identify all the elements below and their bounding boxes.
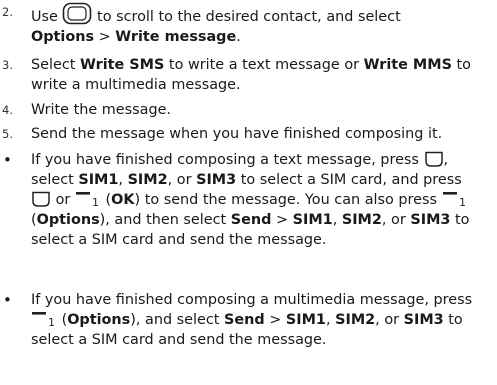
step-number: 4. bbox=[2, 103, 13, 117]
bullet-marker: • bbox=[3, 151, 12, 169]
sim3-label: SIM3 bbox=[196, 172, 237, 188]
send-label: Send bbox=[224, 312, 265, 328]
left-soft-key-icon: 1 bbox=[75, 190, 101, 208]
end-key-icon bbox=[31, 191, 51, 208]
options-label: Options bbox=[67, 312, 131, 328]
step-text: Use to scroll to the desired contact, an… bbox=[31, 2, 480, 47]
step-text: Send the message when you have finished … bbox=[31, 126, 443, 142]
left-soft-key-icon: 1 bbox=[31, 310, 57, 328]
sim1-label: SIM1 bbox=[285, 312, 326, 328]
bullet-text: If you have finished composing a text me… bbox=[31, 151, 470, 248]
write-sms-label: Write SMS bbox=[79, 57, 165, 73]
sim3-label: SIM3 bbox=[410, 212, 451, 228]
svg-text:1: 1 bbox=[92, 196, 99, 208]
sim3-label: SIM3 bbox=[403, 312, 444, 328]
sim1-label: SIM1 bbox=[292, 212, 333, 228]
navigation-key-icon bbox=[62, 2, 92, 25]
sim2-label: SIM2 bbox=[127, 172, 168, 188]
bullet-text: If you have finished composing a multime… bbox=[31, 292, 473, 348]
ok-label: OK bbox=[111, 192, 135, 208]
send-label: Send bbox=[230, 212, 272, 228]
left-soft-key-icon: 1 bbox=[442, 190, 468, 208]
svg-text:1: 1 bbox=[459, 196, 466, 208]
end-key-icon bbox=[424, 151, 444, 168]
manual-page: 2. Use to scroll to the desired contact,… bbox=[0, 0, 497, 385]
sim1-label: SIM1 bbox=[78, 172, 119, 188]
svg-text:1: 1 bbox=[48, 316, 55, 328]
step-text: Select Write SMS to write a text message… bbox=[31, 57, 471, 93]
bullet-marker: • bbox=[3, 291, 12, 309]
write-mms-label: Write MMS bbox=[363, 57, 452, 73]
sim2-label: SIM2 bbox=[335, 312, 376, 328]
step-number: 2. bbox=[2, 5, 13, 19]
step-number: 5. bbox=[2, 127, 13, 141]
step-text: Write the message. bbox=[31, 102, 172, 118]
step-number: 3. bbox=[2, 58, 13, 72]
options-label: Options bbox=[36, 212, 100, 228]
write-message-label: Write message bbox=[115, 29, 237, 45]
sim2-label: SIM2 bbox=[341, 212, 382, 228]
options-label: Options bbox=[31, 29, 95, 45]
